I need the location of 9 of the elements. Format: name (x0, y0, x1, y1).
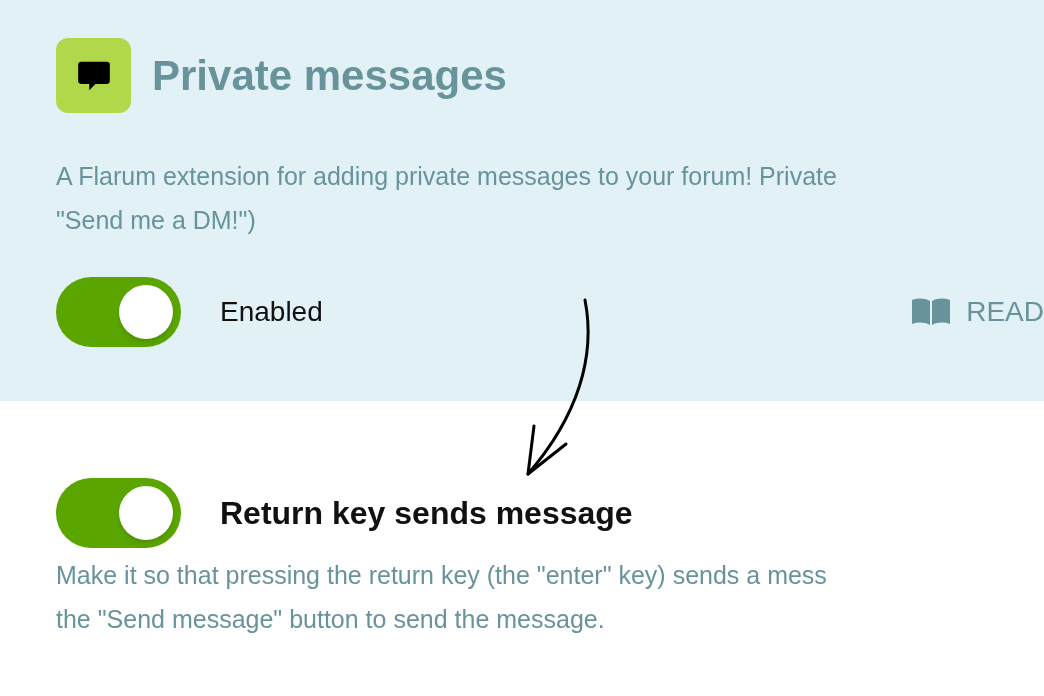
setting-description: the "Send message" button to send the message. (56, 604, 606, 635)
readme-link[interactable]: READ (910, 291, 1044, 333)
extension-title: Private messages (152, 54, 507, 97)
toggle-label: Enabled (220, 295, 323, 329)
book-icon (910, 297, 953, 327)
extension-description: "Send me a DM!") (56, 205, 257, 236)
setting-title: Return key sends message (220, 494, 633, 533)
setting-description: Make it so that pressing the return key (the "enter" key) sends a mess (56, 560, 828, 591)
extension-description: A Flarum extension for adding private messages to your forum! Private (56, 161, 838, 192)
